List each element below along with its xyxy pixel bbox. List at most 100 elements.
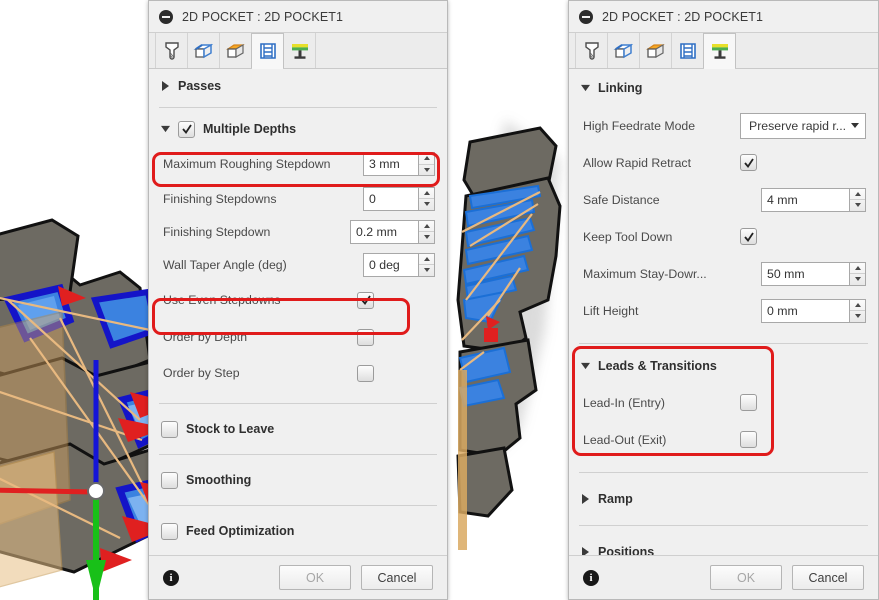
field-order-by-step[interactable]: Order by Step bbox=[149, 355, 447, 391]
info-icon[interactable]: i bbox=[163, 569, 179, 586]
field-safe-distance[interactable]: Safe Distance 4 mm bbox=[569, 181, 878, 218]
group-ramp[interactable]: Ramp bbox=[569, 477, 878, 521]
wall-taper-angle-stepper[interactable]: 0 deg bbox=[363, 252, 435, 277]
spinner[interactable] bbox=[849, 261, 866, 286]
use-even-stepdowns-checkbox[interactable] bbox=[357, 291, 374, 309]
label-wall-taper-angle: Wall Taper Angle (deg) bbox=[163, 257, 287, 272]
lift-height-stepper[interactable]: 0 mm bbox=[761, 298, 866, 323]
field-maximum-roughing-stepdown[interactable]: Maximum Roughing Stepdown 3 mm bbox=[149, 146, 447, 182]
tab-passes[interactable] bbox=[671, 33, 704, 68]
chevron-down-icon bbox=[161, 125, 170, 133]
field-lead-in-entry[interactable]: Lead-In (Entry) bbox=[569, 384, 878, 421]
label-order-by-depth: Order by Depth bbox=[163, 330, 248, 344]
spinner-up[interactable] bbox=[850, 300, 865, 311]
safe-distance-input[interactable]: 4 mm bbox=[761, 187, 849, 212]
right-panel-tabstrip[interactable] bbox=[569, 33, 878, 69]
finishing-stepdown-input[interactable]: 0.2 mm bbox=[350, 219, 418, 244]
field-lead-out-exit[interactable]: Lead-Out (Exit) bbox=[569, 421, 878, 458]
spinner-down[interactable] bbox=[850, 200, 865, 211]
ok-button[interactable]: OK bbox=[710, 565, 782, 590]
field-finishing-stepdowns[interactable]: Finishing Stepdowns 0 bbox=[149, 182, 447, 215]
maximum-stay-down-stepper[interactable]: 50 mm bbox=[761, 261, 866, 286]
spinner-down[interactable] bbox=[419, 265, 434, 276]
label-use-even-stepdowns: Use Even Stepdowns bbox=[163, 293, 281, 307]
field-allow-rapid-retract[interactable]: Allow Rapid Retract bbox=[569, 144, 878, 181]
group-leads-and-transitions[interactable]: Leads & Transitions bbox=[569, 348, 878, 384]
finishing-stepdown-stepper[interactable]: 0.2 mm bbox=[350, 219, 435, 244]
spinner-up[interactable] bbox=[850, 263, 865, 274]
spinner[interactable] bbox=[418, 186, 435, 211]
linking-dialog-panel[interactable]: 2D POCKET : 2D POCKET1 Linking High Feed… bbox=[568, 0, 879, 600]
allow-rapid-retract-checkbox[interactable] bbox=[740, 154, 757, 171]
field-order-by-depth[interactable]: Order by Depth bbox=[149, 319, 447, 355]
left-panel-tabstrip[interactable] bbox=[149, 33, 447, 69]
field-lift-height[interactable]: Lift Height 0 mm bbox=[569, 292, 878, 329]
tab-tool[interactable] bbox=[575, 33, 608, 68]
multiple-depths-checkbox[interactable] bbox=[178, 120, 195, 138]
order-by-depth-checkbox[interactable] bbox=[357, 328, 374, 346]
group-positions[interactable]: Positions bbox=[569, 530, 878, 555]
tab-heights[interactable] bbox=[639, 33, 672, 68]
tab-tool[interactable] bbox=[155, 33, 188, 68]
order-by-step-checkbox[interactable] bbox=[357, 364, 374, 382]
wall-taper-angle-input[interactable]: 0 deg bbox=[363, 252, 418, 277]
tab-linking[interactable] bbox=[283, 33, 316, 68]
group-stock-to-leave[interactable]: Stock to Leave bbox=[149, 408, 447, 450]
spinner-up[interactable] bbox=[419, 221, 434, 232]
maximum-roughing-stepdown-input[interactable]: 3 mm bbox=[363, 152, 418, 176]
lift-height-input[interactable]: 0 mm bbox=[761, 298, 849, 323]
feed-optimization-checkbox[interactable] bbox=[161, 522, 178, 540]
field-high-feedrate-mode[interactable]: High Feedrate Mode Preserve rapid r... bbox=[569, 107, 878, 144]
high-feedrate-mode-select[interactable]: Preserve rapid r... bbox=[740, 112, 866, 139]
spinner-up[interactable] bbox=[419, 254, 434, 265]
spinner[interactable] bbox=[418, 152, 435, 176]
spinner[interactable] bbox=[849, 298, 866, 323]
tab-geometry[interactable] bbox=[607, 33, 640, 68]
ok-button[interactable]: OK bbox=[279, 565, 351, 590]
keep-tool-down-checkbox[interactable] bbox=[740, 228, 757, 245]
collapse-icon[interactable] bbox=[159, 9, 173, 24]
field-wall-taper-angle[interactable]: Wall Taper Angle (deg) 0 deg bbox=[149, 248, 447, 281]
lead-in-entry-checkbox[interactable] bbox=[740, 394, 757, 411]
maximum-roughing-stepdown-stepper[interactable]: 3 mm bbox=[363, 152, 435, 176]
spinner-up[interactable] bbox=[419, 188, 434, 199]
spinner-up[interactable] bbox=[419, 153, 434, 165]
field-maximum-stay-down-distance[interactable]: Maximum Stay-Dowr... 50 mm bbox=[569, 255, 878, 292]
maximum-stay-down-input[interactable]: 50 mm bbox=[761, 261, 849, 286]
field-use-even-stepdowns[interactable]: Use Even Stepdowns bbox=[149, 281, 447, 319]
collapse-icon[interactable] bbox=[579, 9, 593, 24]
group-smoothing[interactable]: Smoothing bbox=[149, 459, 447, 501]
tab-passes[interactable] bbox=[251, 33, 284, 69]
smoothing-checkbox[interactable] bbox=[161, 471, 178, 489]
cancel-button[interactable]: Cancel bbox=[792, 565, 864, 590]
lead-out-exit-checkbox[interactable] bbox=[740, 431, 757, 448]
cancel-button[interactable]: Cancel bbox=[361, 565, 433, 590]
spinner[interactable] bbox=[418, 252, 435, 277]
spinner[interactable] bbox=[849, 187, 866, 212]
group-linking[interactable]: Linking bbox=[569, 69, 878, 107]
spinner-down[interactable] bbox=[419, 165, 434, 176]
info-icon[interactable]: i bbox=[583, 569, 599, 586]
divider bbox=[159, 454, 437, 455]
finishing-stepdowns-stepper[interactable]: 0 bbox=[363, 186, 435, 211]
group-multiple-depths[interactable]: Multiple Depths bbox=[149, 112, 447, 146]
tab-geometry[interactable] bbox=[187, 33, 220, 68]
group-passes[interactable]: Passes bbox=[149, 69, 447, 103]
label-maximum-stay-down-distance: Maximum Stay-Dowr... bbox=[583, 266, 707, 281]
spinner-down[interactable] bbox=[850, 311, 865, 322]
spinner-down[interactable] bbox=[850, 274, 865, 285]
divider bbox=[579, 472, 868, 473]
field-finishing-stepdown[interactable]: Finishing Stepdown 0.2 mm bbox=[149, 215, 447, 248]
field-keep-tool-down[interactable]: Keep Tool Down bbox=[569, 218, 878, 255]
passes-dialog-panel[interactable]: 2D POCKET : 2D POCKET1 Passes Multiple D… bbox=[148, 0, 448, 600]
safe-distance-stepper[interactable]: 4 mm bbox=[761, 187, 866, 212]
tab-heights[interactable] bbox=[219, 33, 252, 68]
group-feed-optimization[interactable]: Feed Optimization bbox=[149, 510, 447, 552]
spinner[interactable] bbox=[418, 219, 435, 244]
finishing-stepdowns-input[interactable]: 0 bbox=[363, 186, 418, 211]
spinner-down[interactable] bbox=[419, 232, 434, 243]
stock-to-leave-checkbox[interactable] bbox=[161, 420, 178, 438]
tab-linking[interactable] bbox=[703, 33, 736, 69]
spinner-up[interactable] bbox=[850, 189, 865, 200]
spinner-down[interactable] bbox=[419, 199, 434, 210]
